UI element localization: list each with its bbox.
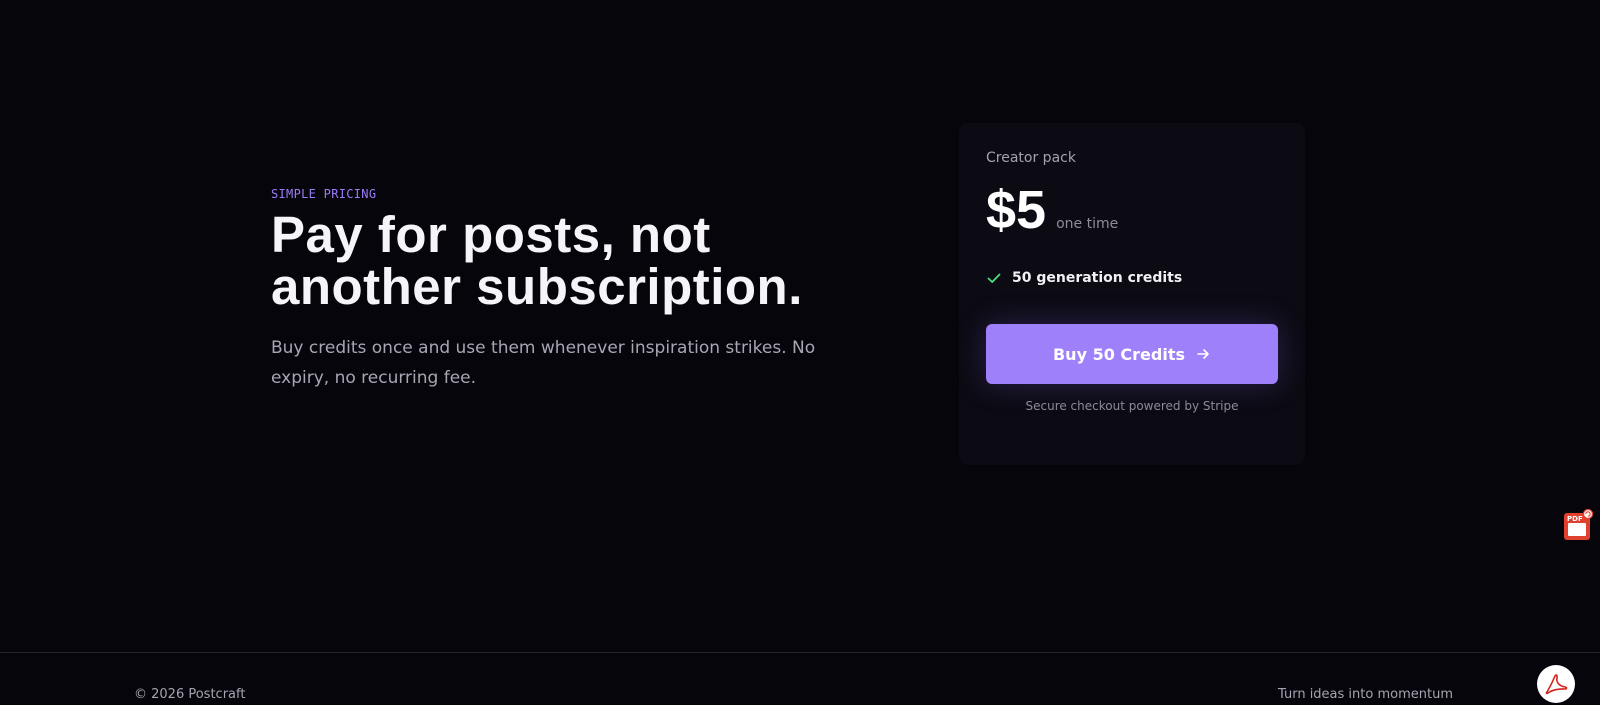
- price-note: one time: [1056, 216, 1119, 232]
- price-amount: $5: [986, 180, 1047, 240]
- hero-subtext: Buy credits once and use them whenever i…: [271, 338, 816, 388]
- arrow-right-icon: [1195, 346, 1211, 362]
- feature-label: 50 generation credits: [1012, 270, 1183, 286]
- acrobat-icon[interactable]: [1537, 665, 1575, 703]
- footer-tagline: Turn ideas into momentum: [1278, 687, 1453, 702]
- eyebrow-label: SIMPLE PRICING: [271, 187, 377, 201]
- pricing-card: Creator pack $5 one time 50 generation c…: [959, 123, 1305, 465]
- footer-divider: [0, 652, 1600, 653]
- secure-checkout-note: Secure checkout powered by Stripe: [1025, 399, 1239, 413]
- headline-line-2: another subscription.: [271, 258, 803, 315]
- headline-line-1: Pay for posts, not: [271, 206, 711, 263]
- footer-copyright: © 2026 Postcraft: [134, 687, 246, 702]
- page-title: Pay for posts, not another subscription.: [271, 209, 871, 313]
- pdf-badge-text: PDF: [1567, 515, 1583, 523]
- buy-credits-button[interactable]: Buy 50 Credits: [986, 324, 1278, 384]
- plan-name: Creator pack: [986, 150, 1076, 166]
- hero-section: SIMPLE PRICING Pay for posts, not anothe…: [271, 187, 871, 393]
- feature-item: 50 generation credits: [986, 270, 1278, 286]
- buy-button-label: Buy 50 Credits: [1052, 344, 1185, 364]
- pdf-export-icon[interactable]: PDF: [1563, 508, 1594, 541]
- price-row: $5 one time: [986, 180, 1278, 240]
- pricing-page: SIMPLE PRICING Pay for posts, not anothe…: [0, 0, 1600, 705]
- check-icon: [986, 270, 1002, 286]
